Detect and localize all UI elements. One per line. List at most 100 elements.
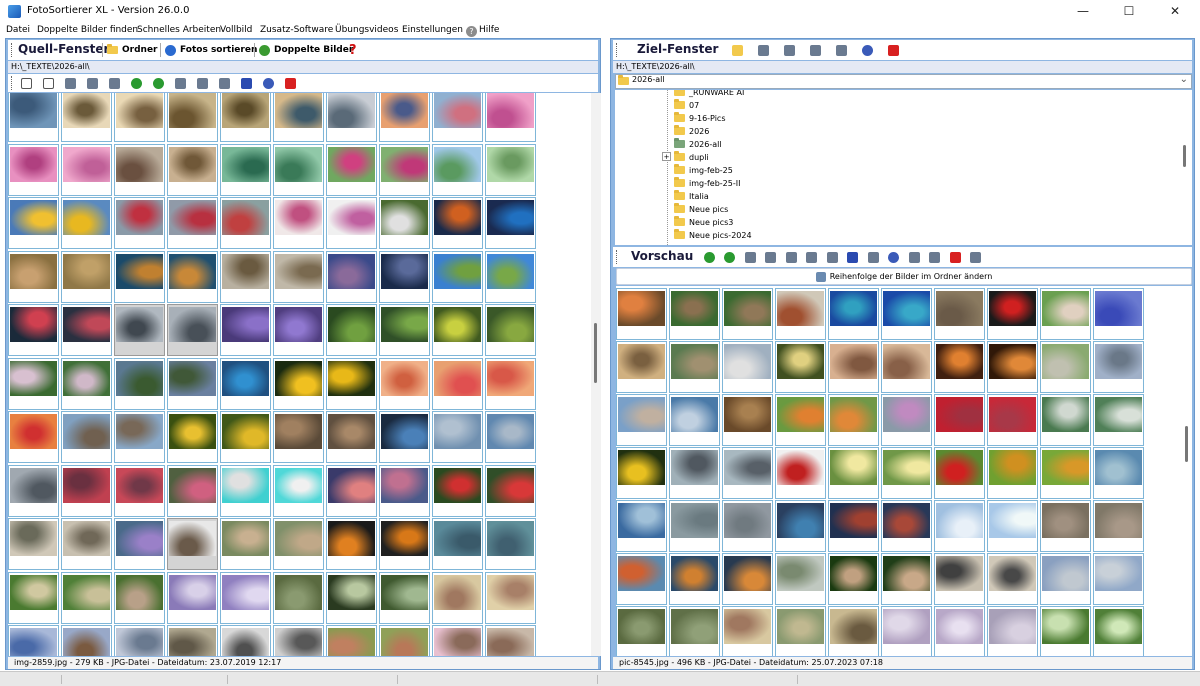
- thumbnail[interactable]: [432, 143, 483, 196]
- thumbnail[interactable]: [379, 625, 430, 656]
- thumbnail[interactable]: [1040, 394, 1091, 446]
- thumbnail[interactable]: [167, 357, 218, 410]
- thumbnail[interactable]: [220, 250, 271, 303]
- thumbnail[interactable]: [326, 411, 377, 463]
- edit-button[interactable]: [927, 249, 943, 265]
- thumbnail[interactable]: [114, 143, 165, 196]
- thumbnail[interactable]: [432, 518, 483, 570]
- scroll-thumb[interactable]: [1185, 426, 1188, 462]
- thumbnail[interactable]: [379, 304, 430, 356]
- thumbnail[interactable]: [1040, 500, 1091, 552]
- thumbnail[interactable]: [273, 411, 324, 463]
- tree-item[interactable]: dupli: [674, 151, 709, 163]
- thumbnail[interactable]: [432, 93, 483, 142]
- thumbnail[interactable]: [722, 553, 773, 605]
- thumbnail[interactable]: [1093, 553, 1144, 605]
- rotate-right-button[interactable]: [722, 249, 738, 265]
- menu-zusatz-software[interactable]: Zusatz-Software: [260, 25, 333, 35]
- thumbnail[interactable]: [61, 625, 112, 656]
- thumbnail[interactable]: [432, 250, 483, 303]
- thumbnail[interactable]: [934, 341, 985, 393]
- menu-datei[interactable]: Datei: [6, 25, 30, 35]
- thumbnail[interactable]: [881, 447, 932, 499]
- thumbnail[interactable]: [485, 304, 536, 356]
- thumbnail[interactable]: [934, 394, 985, 446]
- thumbnail[interactable]: [987, 288, 1038, 340]
- zoom-button[interactable]: [824, 249, 840, 265]
- thumbnail[interactable]: [1093, 341, 1144, 393]
- menu-vollbild[interactable]: Vollbild: [220, 25, 252, 35]
- thumbnail[interactable]: [987, 553, 1038, 605]
- thumbnail[interactable]: [722, 447, 773, 499]
- thumbnail[interactable]: [828, 553, 879, 605]
- thumbnail[interactable]: [8, 571, 59, 624]
- thumbnail[interactable]: [326, 571, 377, 624]
- thumbnail[interactable]: [273, 625, 324, 656]
- thumbnail[interactable]: [775, 288, 826, 340]
- thumbnail[interactable]: [167, 197, 218, 249]
- copy-button[interactable]: [807, 42, 823, 58]
- ordner-button[interactable]: Ordner: [107, 42, 157, 58]
- delete-button[interactable]: [885, 42, 901, 58]
- menu-hilfe[interactable]: ? Hilfe: [466, 25, 499, 37]
- thumbnail[interactable]: [61, 143, 112, 196]
- fotos-sortieren-button[interactable]: Fotos sortieren: [165, 42, 257, 58]
- thumbnail[interactable]: [273, 464, 324, 517]
- thumbnail[interactable]: [775, 341, 826, 393]
- thumbnail[interactable]: [432, 357, 483, 410]
- thumbnail[interactable]: [61, 411, 112, 463]
- thumbnail[interactable]: [987, 606, 1038, 656]
- tree-item[interactable]: img-feb-25: [674, 164, 733, 176]
- thumbnail[interactable]: [828, 288, 879, 340]
- thumbnail[interactable]: [61, 250, 112, 303]
- thumbnail[interactable]: [167, 93, 218, 142]
- tree-item[interactable]: Neue pics3: [674, 216, 733, 228]
- thumbnail[interactable]: [669, 288, 720, 340]
- scroll-thumb[interactable]: [594, 323, 597, 383]
- thumbnail[interactable]: [326, 625, 377, 656]
- menu-einstellungen[interactable]: Einstellungen: [402, 25, 463, 35]
- thumbnail[interactable]: [220, 464, 271, 517]
- thumbnail[interactable]: [828, 500, 879, 552]
- tree-expander[interactable]: +: [662, 152, 671, 161]
- thumbnail[interactable]: [220, 304, 271, 356]
- thumbnail[interactable]: [61, 518, 112, 570]
- thumbnail[interactable]: [934, 553, 985, 605]
- thumbnail[interactable]: [167, 464, 218, 517]
- thumbnail[interactable]: [8, 518, 59, 570]
- thumbnail[interactable]: [775, 553, 826, 605]
- thumbnail[interactable]: [379, 197, 430, 249]
- thumbnail[interactable]: [881, 341, 932, 393]
- thumbnail[interactable]: [379, 93, 430, 142]
- thumbnail[interactable]: [114, 93, 165, 142]
- tree-item[interactable]: Neue pics: [674, 203, 728, 215]
- thumbnail[interactable]: [114, 518, 165, 570]
- thumbnail[interactable]: [1093, 606, 1144, 656]
- doppelte-bilder-button[interactable]: Doppelte Bilder: [259, 42, 353, 58]
- thumbnail[interactable]: [485, 411, 536, 463]
- thumbnail[interactable]: [828, 394, 879, 446]
- thumbnail[interactable]: [669, 341, 720, 393]
- thumbnail[interactable]: [616, 500, 667, 552]
- thumbnail[interactable]: [881, 394, 932, 446]
- thumbnail[interactable]: [114, 411, 165, 463]
- help-button[interactable]: ?: [349, 42, 357, 58]
- thumbnail[interactable]: [273, 93, 324, 142]
- tree-item[interactable]: 2026-all: [674, 138, 722, 150]
- thumbnail[interactable]: [485, 143, 536, 196]
- folder-combo[interactable]: 2026-all ⌄: [615, 74, 1192, 89]
- thumbnail[interactable]: [722, 500, 773, 552]
- thumbnail[interactable]: [828, 447, 879, 499]
- thumbnail[interactable]: [8, 250, 59, 303]
- thumbnail[interactable]: [616, 341, 667, 393]
- undo-button[interactable]: [859, 42, 875, 58]
- thumbnail[interactable]: [669, 500, 720, 552]
- thumbnail[interactable]: [616, 606, 667, 656]
- thumbnail[interactable]: [1040, 553, 1091, 605]
- thumbnail[interactable]: [934, 606, 985, 656]
- thumbnail[interactable]: [485, 518, 536, 570]
- rotate-left-button[interactable]: [701, 249, 717, 265]
- thumbnail[interactable]: [220, 571, 271, 624]
- thumbnail[interactable]: [432, 571, 483, 624]
- thumbnail[interactable]: [1040, 447, 1091, 499]
